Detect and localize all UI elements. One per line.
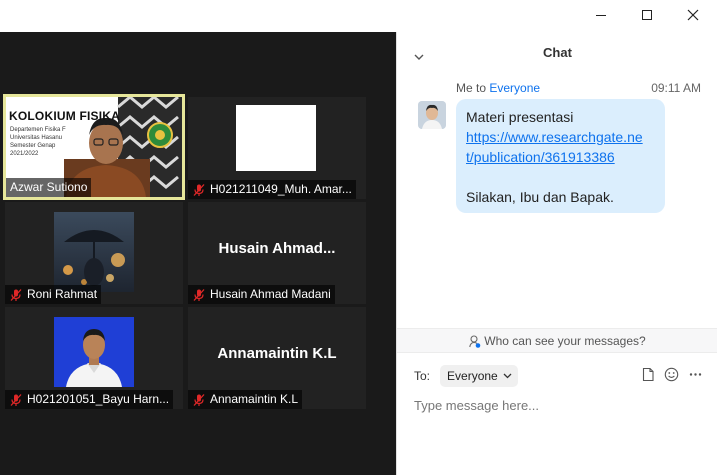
- window-titlebar: [0, 0, 717, 32]
- slide-line: 2021/2022: [10, 151, 39, 157]
- chat-panel: Chat Me to Everyone 09:11 AM Materi pres…: [396, 32, 717, 475]
- blank-video-feed: [236, 105, 316, 171]
- message-text: Materi presentasi: [466, 109, 574, 125]
- video-gallery: KOLOKIUM FISIKA Departemen Fisika F Univ…: [0, 32, 396, 475]
- muted-mic-icon: [10, 393, 22, 406]
- slide-line: Semester Genap: [10, 143, 56, 149]
- close-button[interactable]: [670, 0, 716, 30]
- chat-header: Chat: [397, 32, 717, 74]
- participant-name: Husain Ahmad Madani: [210, 287, 331, 301]
- chat-toolbar: [641, 367, 703, 382]
- to-label: To:: [414, 369, 431, 383]
- muted-mic-icon: [10, 288, 22, 301]
- participant-name: H021211049_Muh. Amar...: [210, 182, 352, 196]
- video-tile-husain-ahmad-madani[interactable]: Husain Ahmad... Husain Ahmad Madani: [188, 202, 366, 304]
- avatar: [418, 101, 446, 129]
- message-input[interactable]: [414, 394, 704, 416]
- user-lock-icon: [469, 335, 481, 349]
- video-tile-roni-rahmat[interactable]: Roni Rahmat: [5, 202, 183, 304]
- muted-mic-icon: [193, 183, 205, 196]
- minimize-icon: [596, 15, 606, 16]
- profile-photo: [54, 317, 134, 387]
- who-can-see-text: Who can see your messages?: [484, 334, 646, 348]
- participant-name-bar: Husain Ahmad Madani: [188, 285, 335, 304]
- participant-name: Annamaintin K.L: [210, 392, 299, 406]
- participant-name: Azwar Sutiono: [10, 180, 88, 194]
- slide-title: KOLOKIUM FISIKA: [9, 109, 120, 123]
- message-meta: Me to Everyone: [456, 81, 540, 95]
- close-icon: [687, 9, 699, 21]
- who-can-see-messages-link[interactable]: Who can see your messages?: [397, 328, 717, 353]
- emoji-icon[interactable]: [664, 367, 679, 382]
- maximize-icon: [642, 10, 652, 20]
- message-link-part: t/publication/361913386: [466, 149, 615, 165]
- message-time: 09:11 AM: [651, 81, 701, 95]
- participant-name: H021201051_Bayu Harn...: [27, 392, 170, 406]
- file-icon[interactable]: [641, 367, 655, 382]
- video-tile-azwar[interactable]: KOLOKIUM FISIKA Departemen Fisika F Univ…: [3, 94, 185, 200]
- minimize-button[interactable]: [578, 0, 624, 30]
- message-link-part: https://www.researchgate.ne: [466, 129, 643, 145]
- chat-message-bubble: Materi presentasi https://www.researchga…: [456, 99, 665, 213]
- slide-line: Departemen Fisika F: [10, 127, 66, 133]
- participant-display-name: Annamaintin K.L: [217, 345, 337, 362]
- message-text: Silakan, Ibu dan Bapak.: [466, 189, 614, 205]
- profile-photo: [54, 212, 134, 292]
- message-recipient-link[interactable]: Everyone: [489, 81, 540, 95]
- participant-name-bar: Annamaintin K.L: [188, 390, 303, 409]
- participant-name: Roni Rahmat: [27, 287, 98, 301]
- muted-mic-icon: [193, 393, 205, 406]
- video-tile-annamaintin[interactable]: Annamaintin K.L Annamaintin K.L: [188, 307, 366, 409]
- recipient-value: Everyone: [447, 369, 498, 383]
- more-options-icon[interactable]: [688, 367, 703, 382]
- recipient-dropdown[interactable]: Everyone: [440, 365, 518, 387]
- participant-name-bar: H021201051_Bayu Harn...: [5, 390, 174, 409]
- video-tile-h021201051[interactable]: H021201051_Bayu Harn...: [5, 307, 183, 409]
- video-tile-h021211049[interactable]: H021211049_Muh. Amar...: [188, 97, 366, 199]
- maximize-button[interactable]: [624, 0, 670, 30]
- recipient-row: To: Everyone: [414, 365, 518, 387]
- chat-title: Chat: [543, 45, 572, 60]
- muted-mic-icon: [193, 288, 205, 301]
- participant-name-bar: Roni Rahmat: [5, 285, 102, 304]
- slide-line: Universitas Hasanu: [10, 135, 63, 141]
- participant-name-bar: H021211049_Muh. Amar...: [188, 180, 356, 199]
- chevron-down-icon: [503, 373, 512, 379]
- message-sender: Me to: [456, 81, 490, 95]
- participant-name-bar: Azwar Sutiono: [6, 178, 92, 197]
- participant-display-name: Husain Ahmad...: [218, 240, 336, 257]
- message-link[interactable]: https://www.researchgate.ne t/publication…: [466, 129, 643, 165]
